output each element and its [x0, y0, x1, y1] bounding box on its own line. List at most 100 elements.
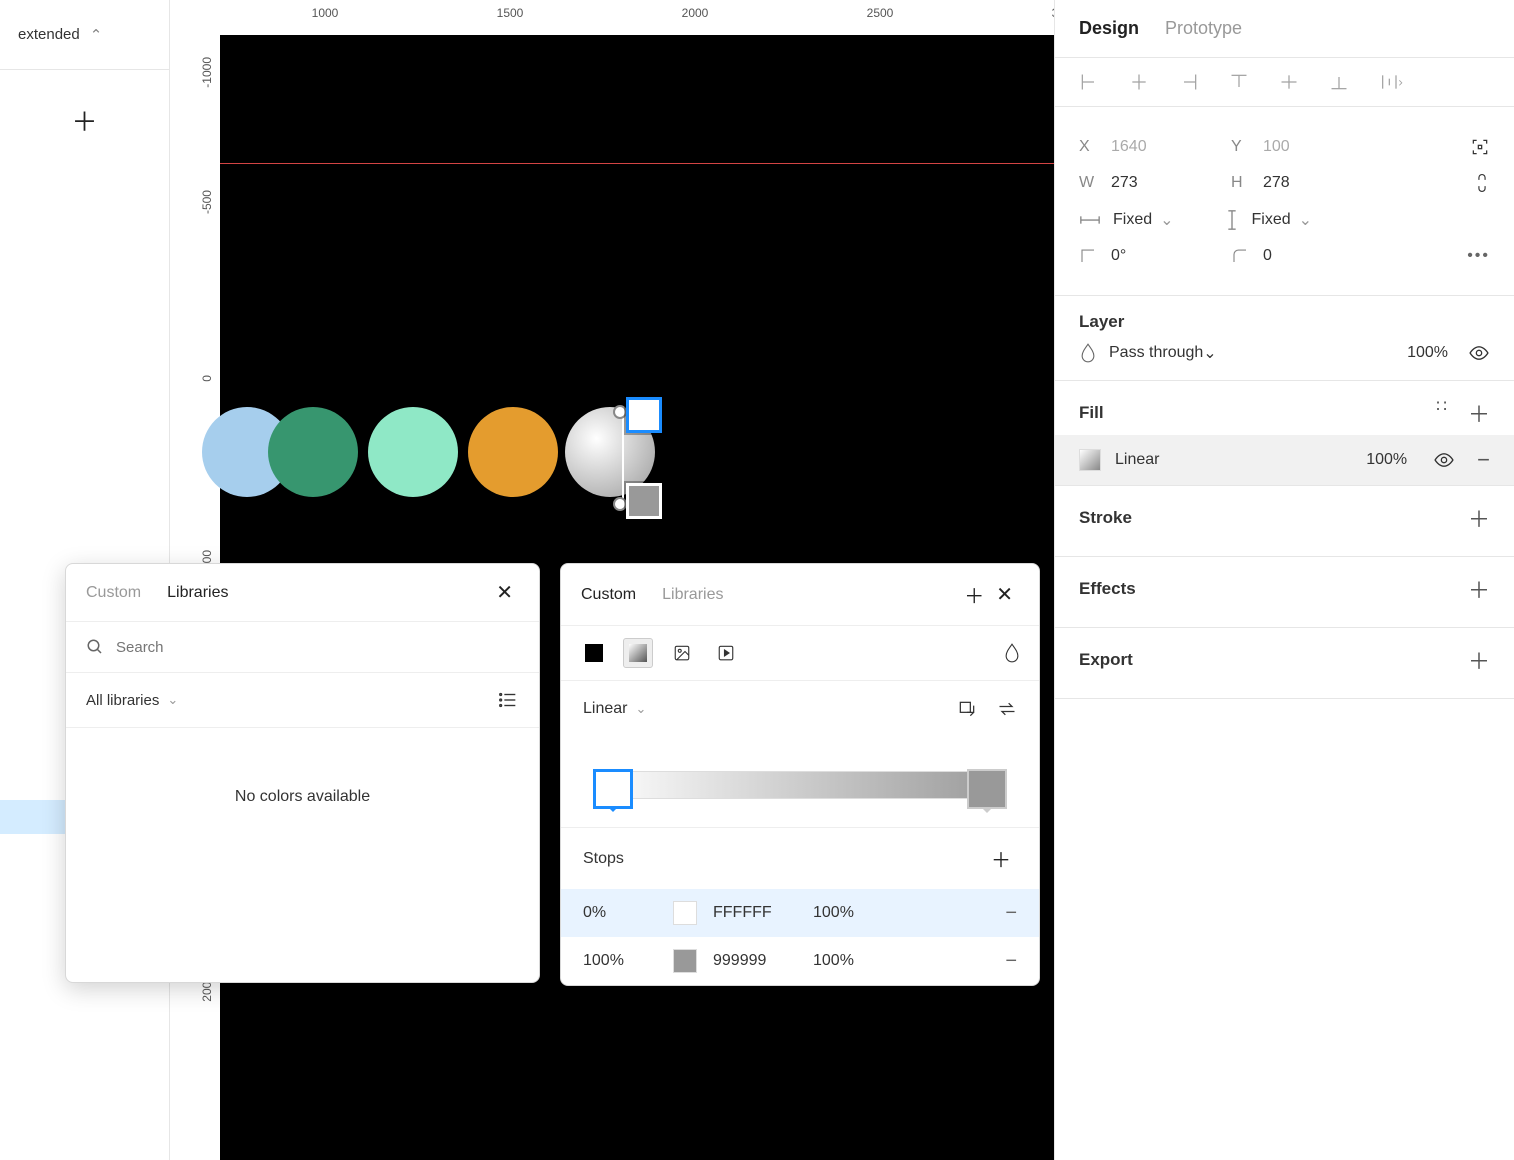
empty-state: No colors available: [66, 728, 539, 866]
blend-mode-dropdown[interactable]: Pass through: [1109, 344, 1203, 362]
gradient-bar[interactable]: [593, 771, 1007, 799]
y-label: Y: [1231, 138, 1263, 156]
y-input[interactable]: 100: [1263, 138, 1363, 156]
library-selector-label: All libraries: [86, 692, 159, 709]
fill-row[interactable]: Linear 100% −: [1055, 435, 1514, 485]
tab-prototype[interactable]: Prototype: [1165, 18, 1242, 39]
fill-swatch[interactable]: [1079, 449, 1101, 471]
stop-opacity[interactable]: 100%: [813, 952, 883, 970]
blend-mode-icon[interactable]: [1003, 642, 1021, 664]
close-icon[interactable]: ✕: [990, 582, 1019, 607]
stop-row[interactable]: 100% 999999 100% −: [561, 937, 1039, 985]
w-input[interactable]: 273: [1111, 174, 1231, 192]
x-input[interactable]: 1640: [1111, 138, 1231, 156]
add-effect-button[interactable]: ＋: [1468, 573, 1490, 605]
add-stop-button[interactable]: ＋: [985, 844, 1017, 873]
tab-libraries[interactable]: Libraries: [662, 586, 723, 604]
stops-header: Stops ＋: [561, 828, 1039, 889]
stop-opacity[interactable]: 100%: [813, 904, 883, 922]
remove-stop-button[interactable]: −: [1005, 902, 1017, 925]
tab-custom[interactable]: Custom: [86, 584, 141, 602]
layers-mode-dropdown[interactable]: extended ⌃: [0, 0, 170, 70]
inspector-tabs: Design Prototype: [1055, 0, 1514, 58]
plus-icon[interactable]: ＋: [958, 580, 990, 609]
add-fill-button[interactable]: ＋: [1468, 397, 1490, 429]
stop-hex[interactable]: FFFFFF: [713, 904, 813, 922]
fill-type-row: [561, 626, 1039, 681]
chevron-up-icon: ⌃: [90, 26, 103, 44]
stop-swatch[interactable]: [673, 949, 697, 973]
corner-radius-icon: [1231, 247, 1249, 265]
stop-position[interactable]: 0%: [583, 904, 673, 922]
gradient-stop-thumb[interactable]: [967, 769, 1007, 809]
gradient-handle-dot[interactable]: [613, 497, 627, 511]
w-label: W: [1079, 174, 1111, 192]
vertical-resize-icon: [1224, 209, 1240, 231]
horizontal-sizing-dropdown[interactable]: Fixed: [1113, 211, 1152, 229]
ruler-tick: 2000: [682, 6, 709, 20]
gradient-editor[interactable]: [561, 737, 1039, 828]
canvas-circle[interactable]: [268, 407, 358, 497]
visibility-icon[interactable]: [1433, 452, 1455, 468]
gradient-axis[interactable]: [622, 413, 624, 509]
align-center-v-icon[interactable]: [1279, 72, 1299, 92]
h-input[interactable]: 278: [1263, 174, 1363, 192]
fill-type-label[interactable]: Linear: [1115, 451, 1159, 469]
remove-stop-button[interactable]: −: [1005, 950, 1017, 973]
library-selector[interactable]: All libraries ⌄: [66, 673, 539, 728]
absolute-position-icon[interactable]: [1470, 137, 1490, 157]
layer-opacity-input[interactable]: 100%: [1407, 344, 1448, 362]
add-stroke-button[interactable]: ＋: [1468, 502, 1490, 534]
more-options-icon[interactable]: •••: [1467, 247, 1490, 265]
align-left-icon[interactable]: [1079, 72, 1099, 92]
rotation-input[interactable]: 0°: [1111, 247, 1231, 265]
search-input[interactable]: [116, 639, 519, 656]
blend-mode-icon[interactable]: [1079, 342, 1097, 364]
add-layer-button[interactable]: ＋: [0, 70, 170, 170]
fill-type-image[interactable]: [667, 638, 697, 668]
alignment-row: [1055, 58, 1514, 107]
stop-hex[interactable]: 999999: [713, 952, 813, 970]
stop-position[interactable]: 100%: [583, 952, 673, 970]
vertical-sizing-dropdown[interactable]: Fixed: [1252, 211, 1291, 229]
ruler-horizontal: 1000 1500 2000 2500 3000: [220, 0, 1054, 35]
style-icon[interactable]: ∷: [1436, 397, 1448, 429]
remove-fill-button[interactable]: −: [1477, 447, 1490, 473]
rotate-gradient-icon[interactable]: [957, 699, 977, 719]
fill-section: Fill ∷ ＋ Linear 100% −: [1055, 381, 1514, 486]
list-view-icon[interactable]: [497, 689, 519, 711]
stop-row[interactable]: 0% FFFFFF 100% −: [561, 889, 1039, 937]
canvas-circle[interactable]: [368, 407, 458, 497]
fill-opacity-input[interactable]: 100%: [1366, 451, 1407, 469]
flip-gradient-icon[interactable]: [997, 699, 1017, 719]
panel-header: Custom Libraries ＋ ✕: [561, 564, 1039, 626]
tab-custom[interactable]: Custom: [581, 586, 636, 604]
gradient-stop-handle[interactable]: [626, 397, 662, 433]
stop-swatch[interactable]: [673, 901, 697, 925]
fill-type-gradient[interactable]: [623, 638, 653, 668]
fill-type-video[interactable]: [711, 638, 741, 668]
corner-radius-input[interactable]: 0: [1263, 247, 1363, 265]
tab-design[interactable]: Design: [1079, 18, 1139, 39]
gradient-handle-dot[interactable]: [613, 405, 627, 419]
link-dimensions-icon[interactable]: [1474, 173, 1490, 193]
distribute-icon[interactable]: [1379, 72, 1403, 92]
close-icon[interactable]: ✕: [490, 580, 519, 605]
stroke-section: Stroke ＋: [1055, 486, 1514, 557]
align-right-icon[interactable]: [1179, 72, 1199, 92]
align-center-h-icon[interactable]: [1129, 72, 1149, 92]
gradient-stop-handle[interactable]: [626, 483, 662, 519]
plus-icon: ＋: [71, 102, 97, 139]
visibility-icon[interactable]: [1468, 345, 1490, 361]
align-bottom-icon[interactable]: [1329, 72, 1349, 92]
fill-type-solid[interactable]: [579, 638, 609, 668]
guide-line[interactable]: [220, 163, 1054, 164]
export-section: Export ＋: [1055, 628, 1514, 699]
canvas-circle[interactable]: [468, 407, 558, 497]
tab-libraries[interactable]: Libraries: [167, 584, 228, 602]
gradient-type-dropdown[interactable]: Linear: [583, 700, 627, 718]
add-export-button[interactable]: ＋: [1468, 644, 1490, 676]
align-top-icon[interactable]: [1229, 72, 1249, 92]
inspector-panel: Design Prototype X 1640 Y 100 W 273 H 27…: [1054, 0, 1514, 1160]
gradient-stop-thumb[interactable]: [593, 769, 633, 809]
